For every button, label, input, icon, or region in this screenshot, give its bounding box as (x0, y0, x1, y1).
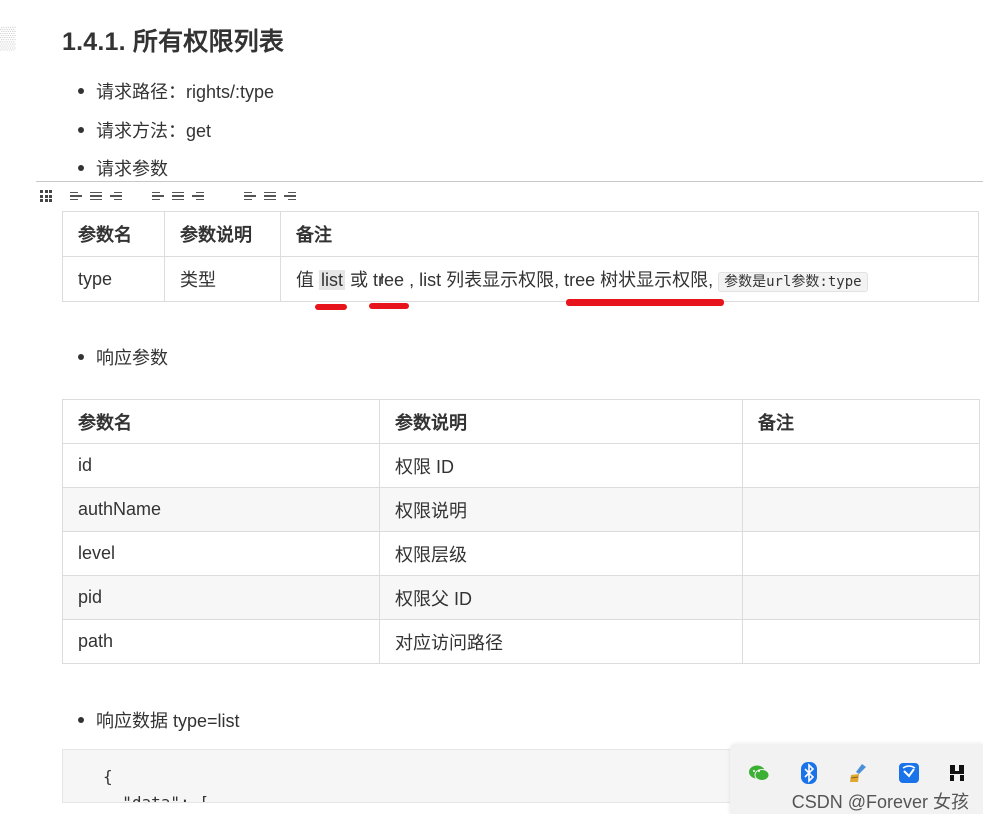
note-or: 或 (350, 270, 369, 290)
table-toolbar-divider (36, 181, 983, 182)
cell-note[interactable] (742, 487, 980, 532)
header-param-desc: 参数说明 (164, 211, 281, 257)
align-center-icon[interactable] (172, 190, 184, 202)
bluetooth-icon[interactable] (798, 762, 820, 784)
cell-param-desc[interactable]: 权限 ID (379, 443, 743, 488)
cell-param-desc[interactable]: 对应访问路径 (379, 619, 743, 664)
code-line: { (103, 767, 113, 786)
bullet-dot (78, 354, 84, 360)
bullet-text: 请求路径：rights/:type (96, 82, 275, 102)
system-tray: CSDN @Forever 女孩 (730, 744, 983, 814)
bullet-text: 请求参数 (96, 159, 168, 179)
header-param-name: 参数名 (62, 399, 380, 444)
section-heading: 1.4.1. 所有权限列表 (62, 28, 285, 56)
table-row: pid 权限父 ID (62, 575, 980, 620)
align-left-icon[interactable] (244, 190, 256, 202)
cell-param-desc[interactable]: 权限说明 (379, 487, 743, 532)
cell-note[interactable] (742, 531, 980, 576)
bullet-request-path: 请求路径：rights/:type (78, 78, 274, 104)
bullet-response-params: 响应参数 (78, 344, 168, 370)
cell-param-name[interactable]: type (62, 256, 165, 302)
table-toolbar (40, 187, 304, 205)
cell-param-name[interactable]: id (62, 443, 380, 488)
bullet-text: 响应数据 type=list (96, 711, 240, 731)
wechat-icon[interactable] (748, 762, 770, 784)
header-param-desc: 参数说明 (379, 399, 743, 444)
bullet-request-params: 请求参数 (78, 155, 168, 181)
align-right-icon[interactable] (284, 190, 296, 202)
align-left-icon[interactable] (152, 190, 164, 202)
bullet-dot (78, 88, 84, 94)
align-right-icon[interactable] (192, 190, 204, 202)
table-row: path 对应访问路径 (62, 619, 980, 664)
cell-param-name[interactable]: authName (62, 487, 380, 532)
bullet-text: 响应参数 (96, 348, 168, 368)
cell-param-name[interactable]: level (62, 531, 380, 576)
table-row: level 权限层级 (62, 531, 980, 576)
header-note: 备注 (280, 211, 979, 257)
table-row: type 类型 值 list 或 tr Iee , list 列表显示权限, tr… (62, 256, 979, 302)
code-line: "data": [ (103, 793, 209, 803)
align-left-icon[interactable] (70, 190, 82, 202)
table-row: authName 权限说明 (62, 487, 980, 532)
note-inline-code: 参数是url参数:type (718, 272, 868, 292)
bullet-dot (78, 717, 84, 723)
cell-param-desc[interactable]: 权限层级 (379, 531, 743, 576)
red-underline-list (315, 304, 347, 310)
red-underline-tree (369, 303, 409, 309)
bullet-request-method: 请求方法：get (78, 117, 211, 143)
table-header-row: 参数名 参数说明 备注 (62, 211, 979, 257)
app-icon[interactable] (898, 762, 920, 784)
cleaner-icon[interactable] (848, 762, 870, 784)
align-right-icon[interactable] (110, 190, 122, 202)
bullet-dot (78, 127, 84, 133)
align-center-icon[interactable] (264, 190, 276, 202)
table-row: id 权限 ID (62, 443, 980, 488)
cell-param-name[interactable]: pid (62, 575, 380, 620)
cell-note[interactable] (742, 575, 980, 620)
request-params-table: 参数名 参数说明 备注 type 类型 值 list 或 tr Iee , lis… (62, 211, 979, 302)
scissors-icon[interactable] (946, 762, 968, 784)
note-rest: , list 列表显示权限, tree 树状显示权限, (404, 270, 714, 290)
bullet-text: 请求方法：get (96, 121, 212, 141)
table-grid-handle-icon[interactable] (40, 190, 52, 202)
bullet-response-data: 响应数据 type=list (78, 707, 240, 733)
note-tree-part: ee (384, 270, 405, 290)
header-param-name: 参数名 (62, 211, 165, 257)
align-center-icon[interactable] (90, 190, 102, 202)
cell-note[interactable]: 值 list 或 tr Iee , list 列表显示权限, tree 树状显示权… (280, 256, 979, 302)
red-underline-tree-desc (566, 299, 724, 306)
cell-param-desc[interactable]: 类型 (164, 256, 281, 302)
side-decoration: ▒ (0, 25, 16, 50)
note-prefix: 值 (296, 270, 314, 290)
csdn-watermark: CSDN @Forever 女孩 (791, 792, 969, 812)
cell-param-desc[interactable]: 权限父 ID (379, 575, 743, 620)
cell-note[interactable] (742, 619, 980, 664)
cell-note[interactable] (742, 443, 980, 488)
response-params-table: 参数名 参数说明 备注 id 权限 ID authName 权限说明 level… (62, 399, 980, 664)
table-header-row: 参数名 参数说明 备注 (62, 399, 980, 444)
note-list-highlight: list (319, 270, 346, 290)
bullet-dot (78, 165, 84, 171)
header-note: 备注 (742, 399, 980, 444)
cell-param-name[interactable]: path (62, 619, 380, 664)
